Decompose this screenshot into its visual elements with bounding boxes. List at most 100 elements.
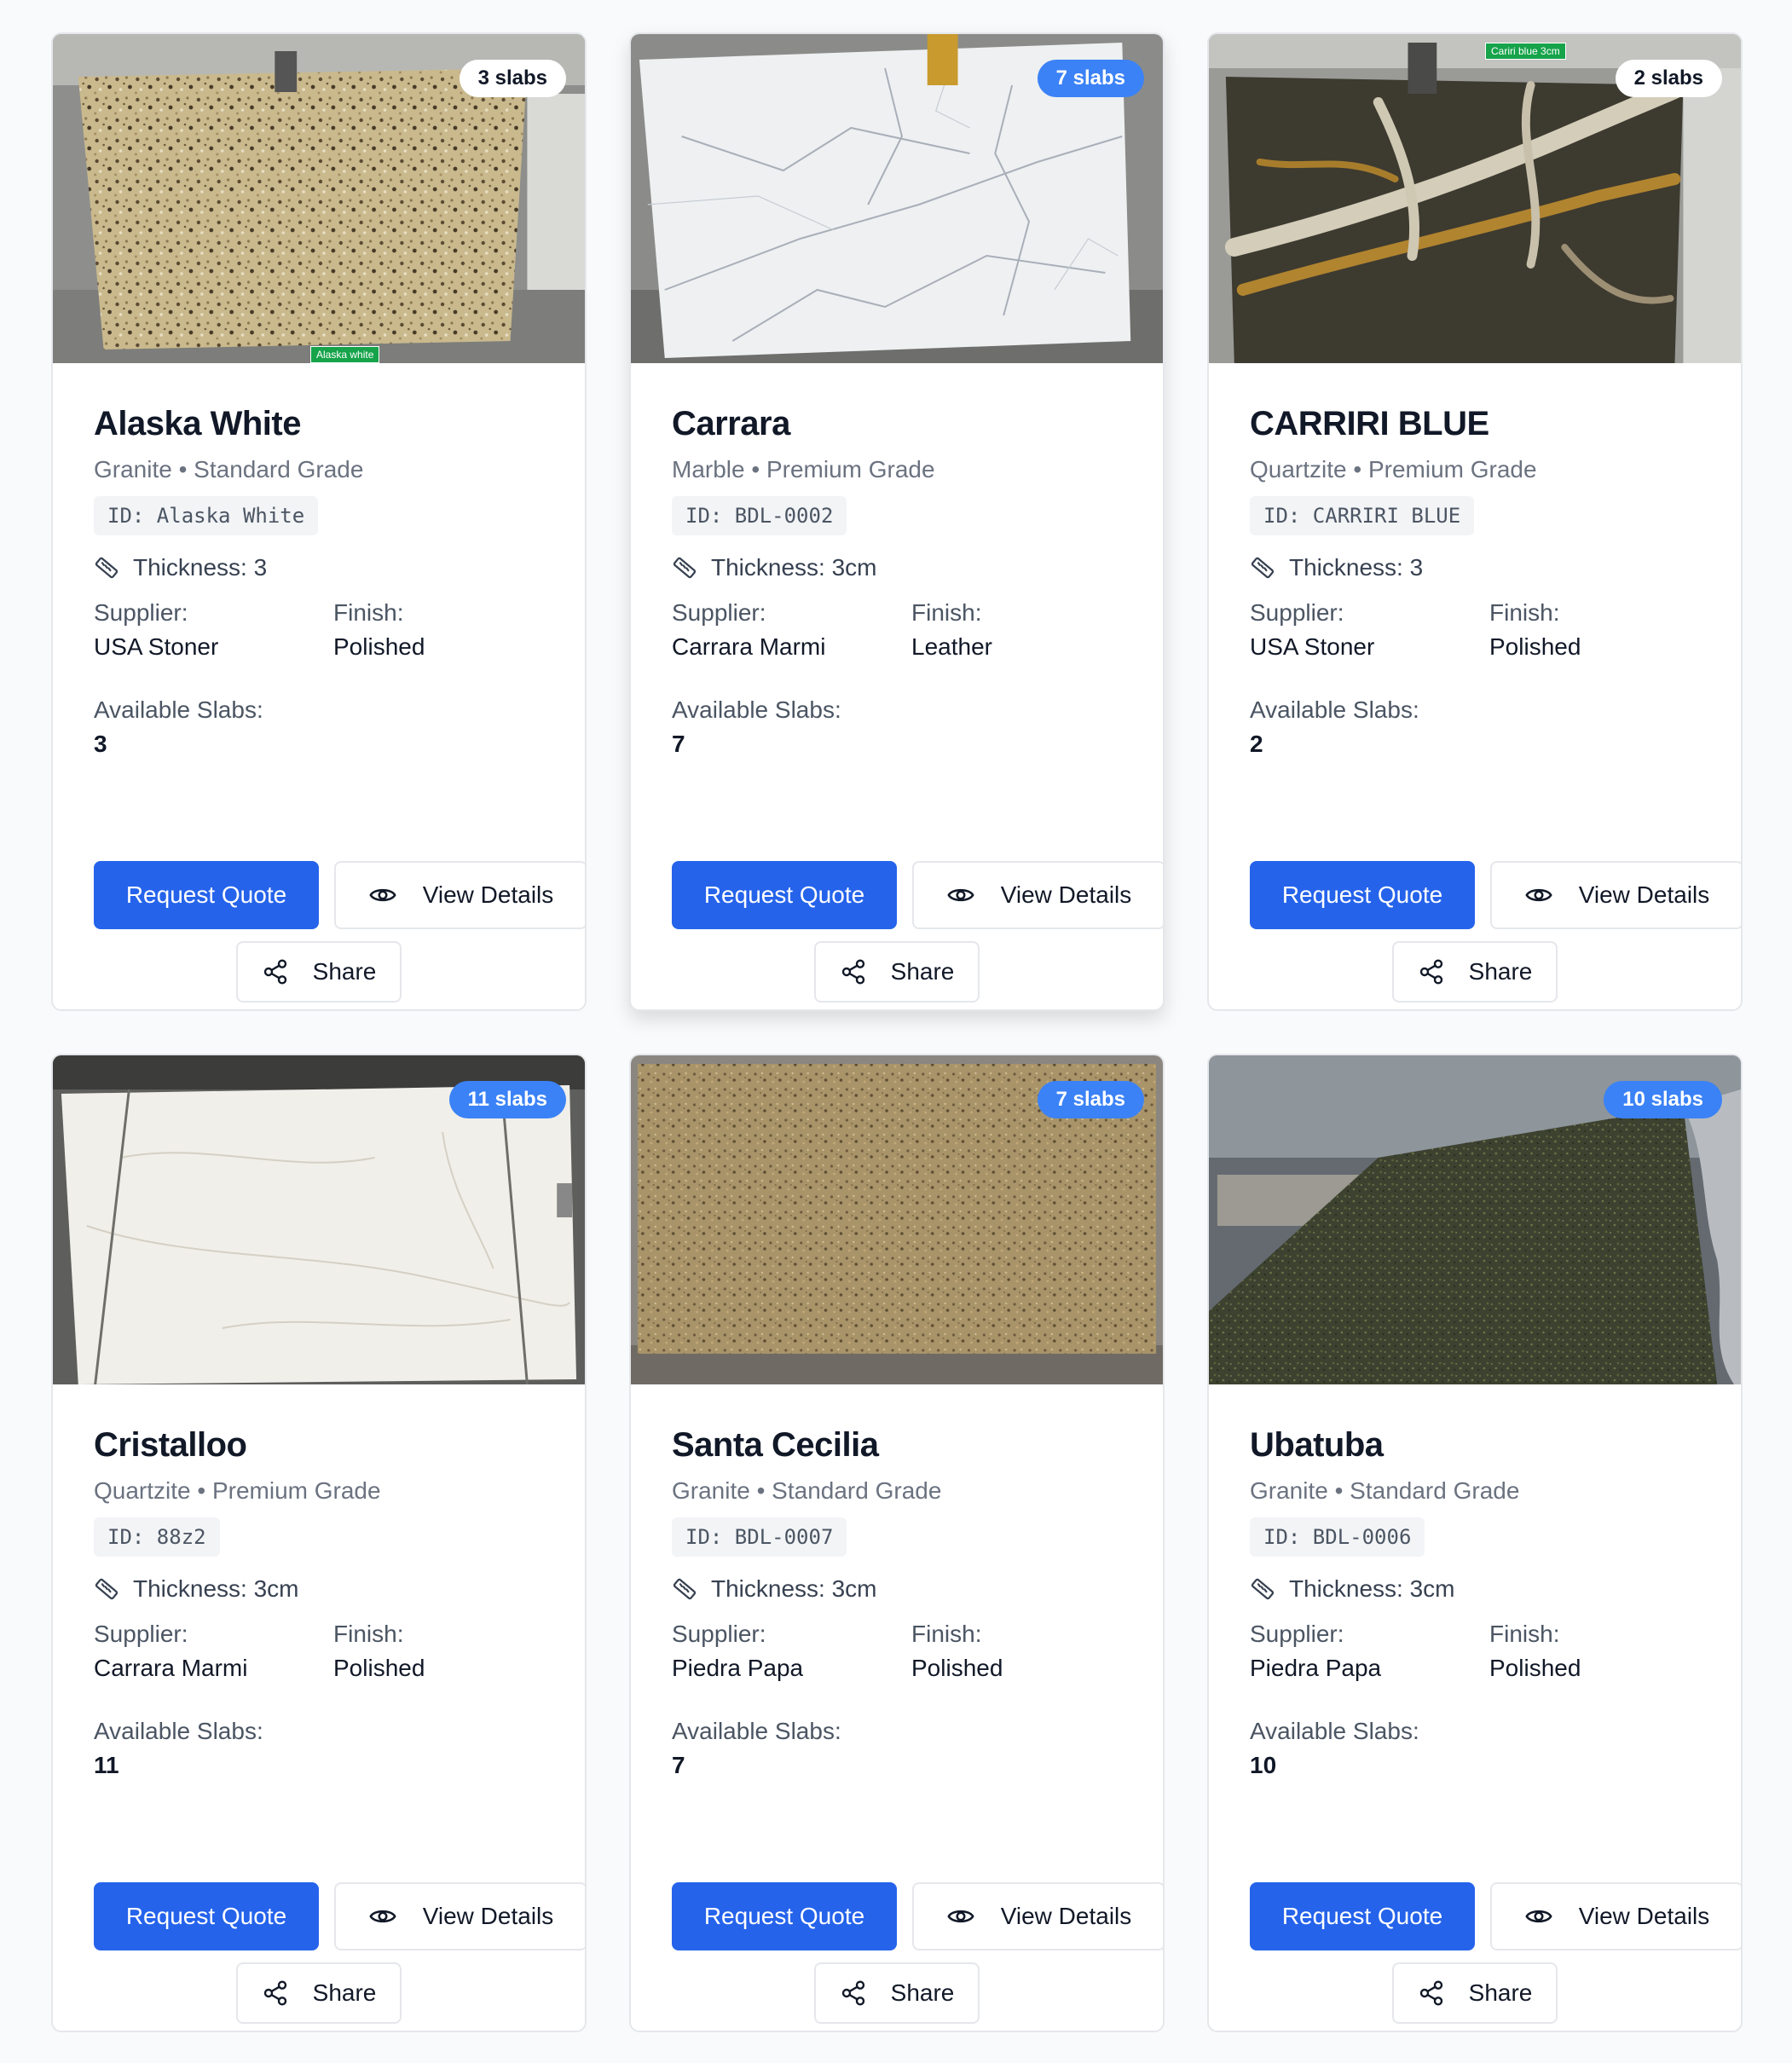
view-details-button[interactable]: View Details xyxy=(334,1882,585,1950)
photo-label: Alaska white xyxy=(310,346,380,363)
finish-label: Finish: xyxy=(1489,1621,1560,1647)
thickness-text: Thickness: 3cm xyxy=(711,554,877,581)
ruler-icon xyxy=(95,557,119,579)
view-details-button[interactable]: View Details xyxy=(334,861,585,929)
ruler-icon xyxy=(673,557,697,579)
product-meta: Supplier: Piedra Papa Finish: Polished Ava… xyxy=(1250,1620,1702,1780)
share-icon xyxy=(263,959,286,985)
slab-photo[interactable]: 11 slabs xyxy=(53,1055,585,1384)
view-details-button[interactable]: View Details xyxy=(912,861,1163,929)
supplier-value: Piedra Papa xyxy=(672,1655,804,1681)
product-subtitle: Quartzite • Premium Grade xyxy=(94,1477,381,1504)
product-id: ID: BDL-0006 xyxy=(1250,1517,1425,1557)
view-details-label: View Details xyxy=(422,1903,554,1929)
supplier-value: Carrara Marmi xyxy=(94,1655,248,1681)
supplier-label: Supplier: xyxy=(1250,1621,1344,1647)
eye-icon xyxy=(1525,888,1552,902)
slab-count-badge: 11 slabs xyxy=(448,1081,566,1118)
product-meta: Supplier: Carrara Marmi Finish: Leather Av… xyxy=(672,598,1124,759)
product-card[interactable]: 7 slabs Carrara Marble • Premium Grade I… xyxy=(629,32,1165,1011)
thickness-row: Thickness: 3 xyxy=(1250,554,1702,581)
thickness-row: Thickness: 3cm xyxy=(1250,1575,1702,1603)
ruler-icon xyxy=(1251,557,1275,579)
share-label: Share xyxy=(890,958,955,985)
card-actions: Request Quote View Details xyxy=(1250,861,1741,929)
product-card[interactable]: 11 slabs Cristalloo Quartzite • Premium … xyxy=(51,1054,587,2032)
slab-count-badge: 10 slabs xyxy=(1604,1081,1722,1118)
request-quote-button[interactable]: Request Quote xyxy=(1250,861,1475,929)
share-button[interactable]: Share xyxy=(236,1962,402,2024)
product-meta: Supplier: USA Stoner Finish: Polished Avai… xyxy=(1250,598,1702,759)
thickness-text: Thickness: 3 xyxy=(1289,554,1424,581)
finish-label: Finish: xyxy=(911,599,982,626)
share-label: Share xyxy=(312,958,377,985)
supplier-value: USA Stoner xyxy=(1250,633,1375,660)
product-title: CARRIRI BLUE xyxy=(1250,405,1489,442)
supplier-value: Carrara Marmi xyxy=(672,633,826,660)
ruler-icon xyxy=(673,1578,697,1600)
request-quote-button[interactable]: Request Quote xyxy=(94,1882,319,1950)
view-details-button[interactable]: View Details xyxy=(912,1882,1163,1950)
eye-icon xyxy=(947,888,974,902)
available-slabs-value: 7 xyxy=(672,731,685,757)
product-card[interactable]: 7 slabs Santa Cecilia Granite • Standard… xyxy=(629,1054,1165,2032)
photo-label: Cariri blue 3cm xyxy=(1485,43,1566,60)
eye-icon xyxy=(947,1910,974,1923)
available-slabs-value: 7 xyxy=(672,1752,685,1778)
request-quote-button[interactable]: Request Quote xyxy=(672,861,897,929)
finish-label: Finish: xyxy=(333,599,404,626)
card-actions: Request Quote View Details xyxy=(672,1882,1163,1950)
share-icon xyxy=(1419,1980,1442,2006)
thickness-row: Thickness: 3cm xyxy=(672,1575,1124,1603)
view-details-label: View Details xyxy=(422,881,554,908)
view-details-button[interactable]: View Details xyxy=(1490,1882,1741,1950)
slab-photo[interactable]: 7 slabs xyxy=(631,34,1163,363)
share-button[interactable]: Share xyxy=(236,941,402,1003)
thickness-text: Thickness: 3cm xyxy=(1289,1575,1455,1602)
product-title: Alaska White xyxy=(94,405,301,442)
finish-label: Finish: xyxy=(333,1621,404,1647)
view-details-button[interactable]: View Details xyxy=(1490,861,1741,929)
finish-value: Leather xyxy=(911,633,992,660)
request-quote-button[interactable]: Request Quote xyxy=(672,1882,897,1950)
available-slabs-label: Available Slabs: xyxy=(1250,1718,1419,1744)
share-label: Share xyxy=(312,1979,377,2006)
slab-photo[interactable]: 7 slabs xyxy=(631,1055,1163,1384)
supplier-label: Supplier: xyxy=(672,1621,766,1647)
eye-icon xyxy=(1525,1910,1552,1923)
product-card[interactable]: 10 slabs Ubatuba Granite • Standard Grad… xyxy=(1207,1054,1743,2032)
product-subtitle: Quartzite • Premium Grade xyxy=(1250,456,1537,483)
product-id: ID: Alaska White xyxy=(94,496,319,535)
ruler-icon xyxy=(1251,1578,1275,1600)
card-actions: Request Quote View Details xyxy=(94,861,585,929)
available-slabs-label: Available Slabs: xyxy=(94,1718,263,1744)
supplier-value: USA Stoner xyxy=(94,633,219,660)
product-title: Ubatuba xyxy=(1250,1426,1384,1464)
share-icon xyxy=(1419,959,1442,985)
slab-photo[interactable]: Alaska white 3 slabs xyxy=(53,34,585,363)
slab-photo[interactable]: Cariri blue 3cm 2 slabs xyxy=(1209,34,1741,363)
share-button[interactable]: Share xyxy=(814,941,980,1003)
available-slabs-label: Available Slabs: xyxy=(672,1718,841,1744)
share-button[interactable]: Share xyxy=(1392,941,1558,1003)
product-id: ID: BDL-0002 xyxy=(672,496,847,535)
slab-photo[interactable]: 10 slabs xyxy=(1209,1055,1741,1384)
share-icon xyxy=(263,1980,286,2006)
share-label: Share xyxy=(890,1979,955,2006)
view-details-label: View Details xyxy=(1578,1903,1710,1929)
share-label: Share xyxy=(1468,1979,1533,2006)
product-subtitle: Granite • Standard Grade xyxy=(672,1477,942,1504)
product-card[interactable]: Alaska white 3 slabs Alaska White Granit… xyxy=(51,32,587,1011)
share-button[interactable]: Share xyxy=(814,1962,980,2024)
product-id: ID: 88z2 xyxy=(94,1517,220,1557)
request-quote-button[interactable]: Request Quote xyxy=(94,861,319,929)
share-icon xyxy=(841,1980,864,2006)
product-card[interactable]: Cariri blue 3cm 2 slabs CARRIRI BLUE Qua… xyxy=(1207,32,1743,1011)
product-title: Santa Cecilia xyxy=(672,1426,879,1464)
slab-count-badge: 3 slabs xyxy=(459,60,566,97)
finish-value: Polished xyxy=(1489,633,1581,660)
share-button[interactable]: Share xyxy=(1392,1962,1558,2024)
request-quote-button[interactable]: Request Quote xyxy=(1250,1882,1475,1950)
eye-icon xyxy=(369,888,396,902)
product-meta: Supplier: USA Stoner Finish: Polished Avai… xyxy=(94,598,546,759)
